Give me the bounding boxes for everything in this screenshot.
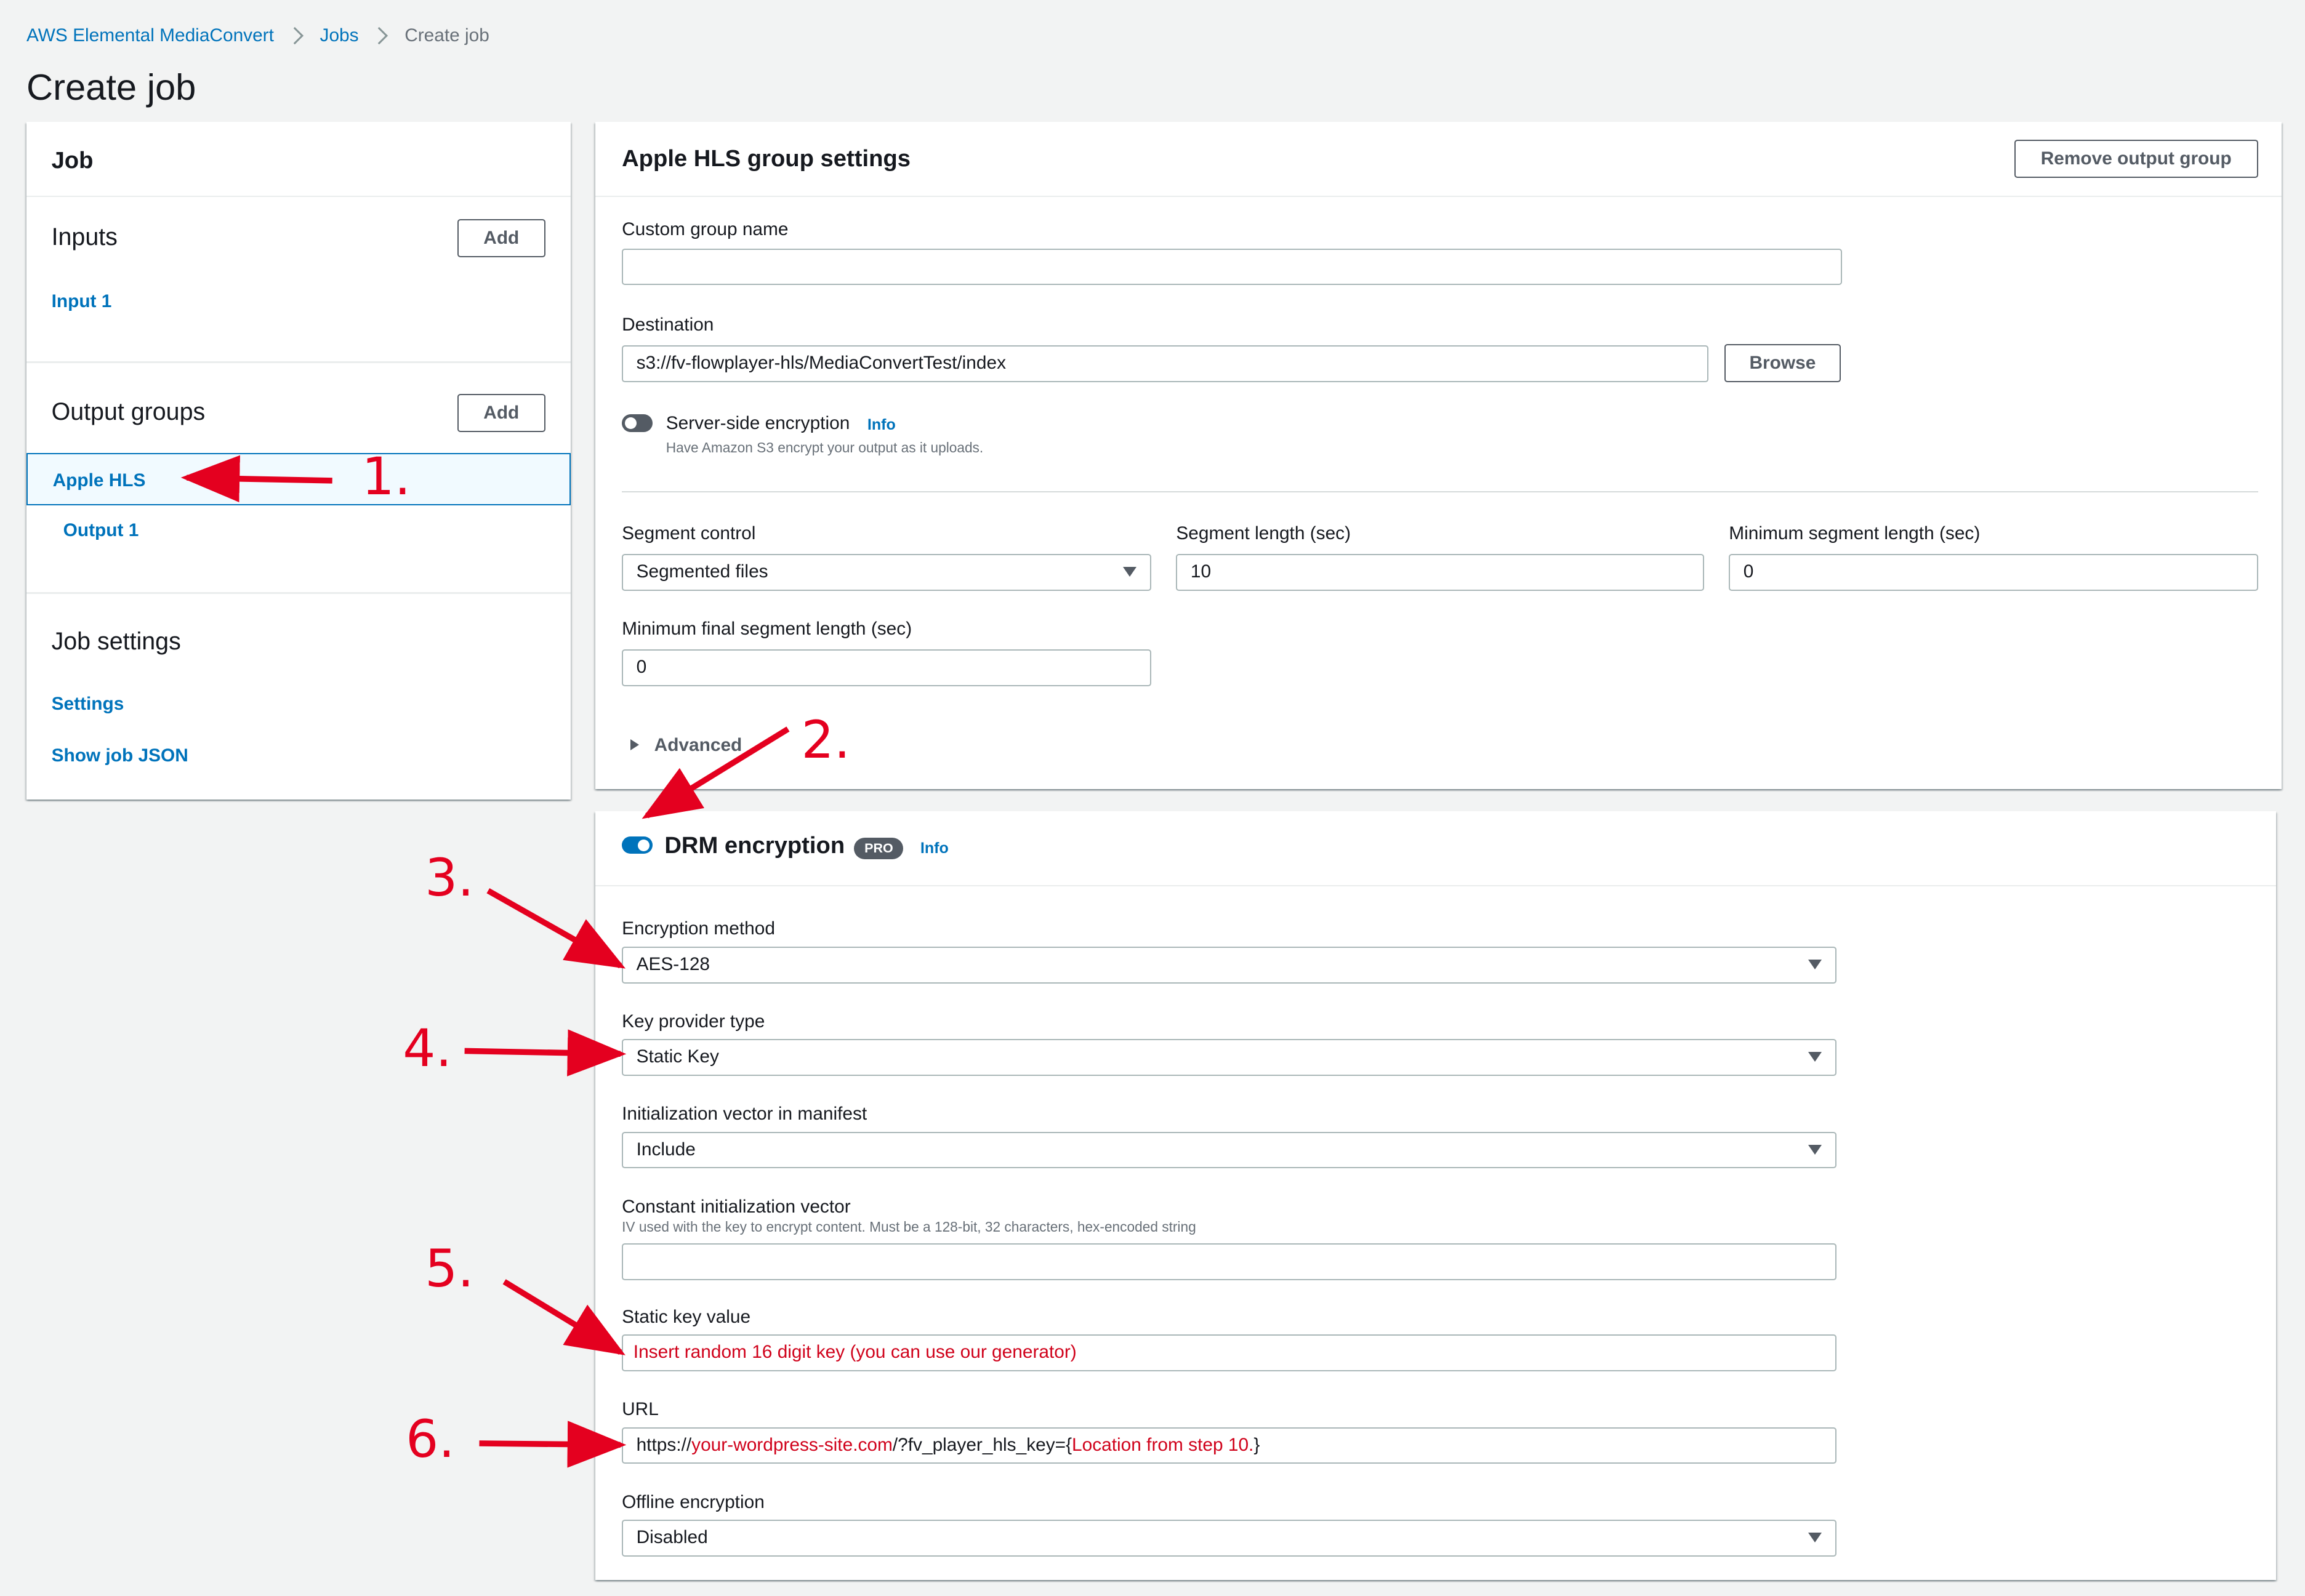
url-site-placeholder: your-wordpress-site.com xyxy=(691,1434,893,1455)
breadcrumb: AWS Elemental MediaConvert Jobs Create j… xyxy=(26,25,489,46)
divider xyxy=(622,491,2258,492)
minimum-segment-length-input[interactable]: 0 xyxy=(1729,554,2258,591)
breadcrumb-service-link[interactable]: AWS Elemental MediaConvert xyxy=(26,25,274,46)
output-1-link[interactable]: Output 1 xyxy=(63,520,139,541)
static-key-value-input[interactable]: Insert random 16 digit key (you can use … xyxy=(622,1334,1836,1371)
server-side-encryption-label: Server-side encryption xyxy=(666,413,850,434)
caret-down-icon xyxy=(1808,959,1822,969)
caret-down-icon xyxy=(1808,1052,1822,1062)
constant-iv-input[interactable] xyxy=(622,1243,1836,1280)
chevron-right-icon xyxy=(371,26,388,44)
apple-hls-settings-title: Apple HLS group settings xyxy=(622,145,911,172)
remove-output-group-button[interactable]: Remove output group xyxy=(2014,139,2258,178)
breadcrumb-jobs-link[interactable]: Jobs xyxy=(320,25,359,46)
caret-down-icon xyxy=(1808,1144,1822,1155)
apple-hls-group-item[interactable]: Apple HLS xyxy=(26,452,571,506)
annotation-4: 4. xyxy=(403,1018,453,1079)
segment-control-label: Segment control xyxy=(622,523,756,544)
iv-in-manifest-label: Initialization vector in manifest xyxy=(622,1104,867,1125)
constant-iv-description: IV used with the key to encrypt content.… xyxy=(622,1218,1196,1235)
show-job-json-link[interactable]: Show job JSON xyxy=(52,745,188,766)
output-groups-title: Output groups xyxy=(51,398,206,426)
segment-control-select[interactable]: Segmented files xyxy=(622,554,1151,591)
minimum-final-segment-length-label: Minimum final segment length (sec) xyxy=(622,619,912,640)
settings-link[interactable]: Settings xyxy=(52,694,124,715)
annotation-1: 1. xyxy=(361,446,411,507)
segment-control-value: Segmented files xyxy=(636,561,768,582)
segment-length-label: Segment length (sec) xyxy=(1176,523,1351,544)
offline-encryption-select[interactable]: Disabled xyxy=(622,1520,1836,1557)
static-key-value-label: Static key value xyxy=(622,1306,751,1327)
divider xyxy=(26,195,571,197)
minimum-segment-length-label: Minimum segment length (sec) xyxy=(1729,523,1981,544)
iv-in-manifest-value: Include xyxy=(636,1139,696,1160)
drm-encryption-info-link[interactable]: Info xyxy=(920,840,949,857)
input-1-link[interactable]: Input 1 xyxy=(52,291,112,312)
encryption-method-select[interactable]: AES-128 xyxy=(622,946,1836,984)
key-provider-type-value: Static Key xyxy=(636,1046,719,1067)
iv-in-manifest-select[interactable]: Include xyxy=(622,1131,1836,1169)
minimum-final-segment-length-input[interactable]: 0 xyxy=(622,649,1151,687)
annotation-2: 2. xyxy=(801,709,851,770)
annotation-3: 3. xyxy=(425,848,474,908)
url-location-placeholder: Location from step 10. xyxy=(1072,1434,1254,1455)
add-output-group-button[interactable]: Add xyxy=(457,393,545,433)
apple-hls-settings-panel: Apple HLS group settings Remove output g… xyxy=(595,122,2282,790)
annotation-6: 6. xyxy=(406,1409,455,1470)
key-provider-type-label: Key provider type xyxy=(622,1011,765,1032)
chevron-right-icon xyxy=(286,26,304,44)
browse-button[interactable]: Browse xyxy=(1724,343,1841,382)
url-close-brace: } xyxy=(1253,1434,1260,1455)
encryption-method-value: AES-128 xyxy=(636,953,710,974)
inputs-title: Inputs xyxy=(51,223,118,251)
segment-length-input[interactable]: 10 xyxy=(1176,554,1704,591)
screen: AWS Elemental MediaConvert Jobs Create j… xyxy=(0,0,2305,1596)
custom-group-name-label: Custom group name xyxy=(622,219,789,239)
destination-input[interactable]: s3://fv-flowplayer-hls/MediaConvertTest/… xyxy=(622,345,1708,382)
server-side-encryption-description: Have Amazon S3 encrypt your output as it… xyxy=(666,439,984,455)
panel-header: Apple HLS group settings Remove output g… xyxy=(595,122,2282,197)
offline-encryption-value: Disabled xyxy=(636,1527,708,1548)
page-title: Create job xyxy=(26,66,196,108)
offline-encryption-label: Offline encryption xyxy=(622,1491,765,1512)
job-navigation-panel: Job Inputs Add Input 1 Output groups Add… xyxy=(26,122,571,800)
drm-encryption-title: DRM encryption xyxy=(664,832,845,859)
caret-down-icon xyxy=(1808,1533,1822,1542)
url-query: /?fv_player_hls_key={ xyxy=(892,1434,1072,1455)
advanced-expander[interactable]: Advanced xyxy=(654,735,742,756)
annotation-5: 5. xyxy=(425,1238,474,1299)
encryption-method-label: Encryption method xyxy=(622,918,775,939)
destination-label: Destination xyxy=(622,315,714,335)
server-side-encryption-info-link[interactable]: Info xyxy=(867,416,896,434)
url-input[interactable]: https://your-wordpress-site.com/?fv_play… xyxy=(622,1427,1836,1464)
drm-encryption-panel: DRM encryption PRO Info Encryption metho… xyxy=(595,811,2276,1581)
divider xyxy=(26,592,571,594)
key-provider-type-select[interactable]: Static Key xyxy=(622,1039,1836,1076)
apple-hls-link[interactable]: Apple HLS xyxy=(53,470,146,491)
pro-badge: PRO xyxy=(854,838,904,859)
url-scheme: https:// xyxy=(636,1434,692,1455)
divider xyxy=(26,361,571,363)
breadcrumb-current: Create job xyxy=(404,25,489,46)
url-label: URL xyxy=(622,1399,659,1420)
panel-header: DRM encryption PRO Info xyxy=(595,811,2276,886)
job-heading: Job xyxy=(51,146,94,174)
caret-down-icon xyxy=(1123,567,1137,577)
constant-iv-label: Constant initialization vector xyxy=(622,1196,851,1217)
add-input-button[interactable]: Add xyxy=(457,219,545,257)
server-side-encryption-toggle[interactable] xyxy=(622,414,653,433)
drm-encryption-toggle[interactable] xyxy=(622,836,653,854)
custom-group-name-input[interactable] xyxy=(622,248,1843,286)
job-settings-title: Job settings xyxy=(51,627,181,655)
caret-right-icon[interactable] xyxy=(630,739,640,751)
